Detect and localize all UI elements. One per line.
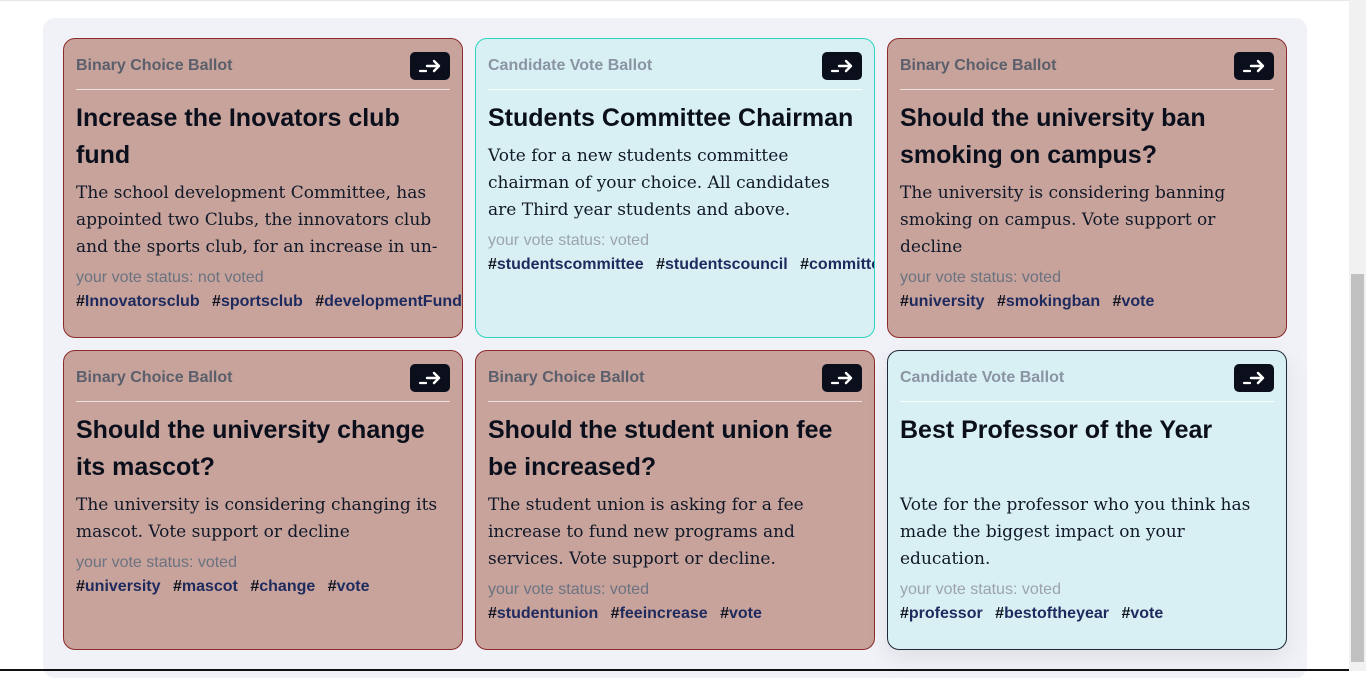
card-header: Binary Choice Ballot	[76, 351, 450, 402]
tag[interactable]: #committee	[800, 256, 874, 273]
arrow-right-icon	[1242, 59, 1265, 73]
ballot-type-label: Candidate Vote Ballot	[488, 57, 653, 74]
tag[interactable]: #Innovatorsclub	[76, 293, 200, 310]
tag[interactable]: #studentunion	[488, 605, 598, 622]
ballot-card[interactable]: Binary Choice Ballot Should the universi…	[887, 38, 1287, 338]
arrow-right-icon	[418, 59, 441, 73]
ballot-card[interactable]: Candidate Vote Ballot Best Professor of …	[887, 350, 1287, 650]
tag[interactable]: #developmentFund	[315, 293, 462, 310]
ballot-description: The school development Committee, has ap…	[76, 183, 438, 257]
ballot-description: Vote for a new students committee chairm…	[488, 146, 830, 220]
tag[interactable]: #smokingban	[997, 293, 1100, 310]
tag[interactable]: #mascot	[173, 578, 238, 595]
tag[interactable]: #sportsclub	[212, 293, 303, 310]
open-ballot-button[interactable]	[410, 364, 450, 392]
card-header: Candidate Vote Ballot	[488, 39, 862, 90]
open-ballot-button[interactable]	[410, 52, 450, 80]
open-ballot-button[interactable]	[822, 364, 862, 392]
tag[interactable]: #vote	[328, 578, 370, 595]
ballot-title: Should the university change its mascot?	[76, 416, 425, 481]
tag-list: #university #mascot #change #vote	[76, 576, 450, 598]
open-ballot-button[interactable]	[822, 52, 862, 80]
tag[interactable]: #vote	[1113, 293, 1155, 310]
ballot-card[interactable]: Binary Choice Ballot Increase the Inovat…	[63, 38, 463, 338]
tag-list: #Innovatorsclub #sportsclub #development…	[76, 291, 462, 313]
tag[interactable]: #studentscouncil	[656, 256, 788, 273]
tag[interactable]: #professor	[900, 605, 983, 622]
ballot-card[interactable]: Binary Choice Ballot Should the student …	[475, 350, 875, 650]
tag-list: #studentunion #feeincrease #vote	[488, 603, 862, 625]
arrow-right-icon	[1242, 371, 1265, 385]
ballot-description: The university is considering changing i…	[76, 495, 438, 542]
arrow-right-icon	[830, 59, 853, 73]
arrow-right-icon	[830, 371, 853, 385]
ballot-title: Best Professor of the Year	[900, 416, 1213, 444]
ballot-title: Should the university ban smoking on cam…	[900, 104, 1206, 169]
vote-status: your vote status: not voted	[76, 269, 264, 286]
vote-status: your vote status: voted	[488, 581, 649, 598]
tag[interactable]: #vote	[1121, 605, 1163, 622]
tag-list: #studentscommittee #studentscouncil #com…	[488, 254, 874, 276]
vote-status: your vote status: voted	[900, 581, 1061, 598]
vote-status: your vote status: voted	[76, 554, 237, 571]
ballots-panel: Binary Choice Ballot Increase the Inovat…	[43, 18, 1307, 678]
vote-status: your vote status: voted	[900, 269, 1061, 286]
ballot-type-label: Binary Choice Ballot	[488, 369, 645, 386]
scrollbar-thumb[interactable]	[1351, 274, 1364, 662]
top-divider	[0, 0, 1349, 1]
tag-list: #university #smokingban #vote	[900, 291, 1274, 313]
ballot-type-label: Binary Choice Ballot	[900, 57, 1057, 74]
ballot-description: The student union is asking for a fee in…	[488, 495, 804, 569]
tag[interactable]: #feeincrease	[611, 605, 708, 622]
tag[interactable]: #studentscommittee	[488, 256, 644, 273]
arrow-right-icon	[418, 371, 441, 385]
tag[interactable]: #university	[76, 578, 161, 595]
ballot-card[interactable]: Binary Choice Ballot Should the universi…	[63, 350, 463, 650]
ballot-description: The university is considering banning sm…	[900, 183, 1226, 257]
ballot-type-label: Binary Choice Ballot	[76, 369, 233, 386]
card-header: Binary Choice Ballot	[76, 39, 450, 90]
open-ballot-button[interactable]	[1234, 52, 1274, 80]
ballot-title: Students Committee Chairman	[488, 104, 854, 132]
ballot-title: Should the student union fee be increase…	[488, 416, 833, 481]
ballot-type-label: Candidate Vote Ballot	[900, 369, 1065, 386]
ballot-card[interactable]: Candidate Vote Ballot Students Committee…	[475, 38, 875, 338]
tag-list: #professor #bestoftheyear #vote	[900, 603, 1274, 625]
ballot-type-label: Binary Choice Ballot	[76, 57, 233, 74]
tag[interactable]: #change	[250, 578, 315, 595]
title-spacer	[900, 449, 1274, 486]
ballot-description: Vote for the professor who you think has…	[900, 495, 1251, 569]
card-header: Binary Choice Ballot	[900, 39, 1274, 90]
tag[interactable]: #vote	[720, 605, 762, 622]
open-ballot-button[interactable]	[1234, 364, 1274, 392]
card-header: Binary Choice Ballot	[488, 351, 862, 402]
tag[interactable]: #bestoftheyear	[995, 605, 1109, 622]
card-header: Candidate Vote Ballot	[900, 351, 1274, 402]
vote-status: your vote status: voted	[488, 232, 649, 249]
tag[interactable]: #university	[900, 293, 985, 310]
ballot-title: Increase the Inovators club fund	[76, 104, 400, 169]
